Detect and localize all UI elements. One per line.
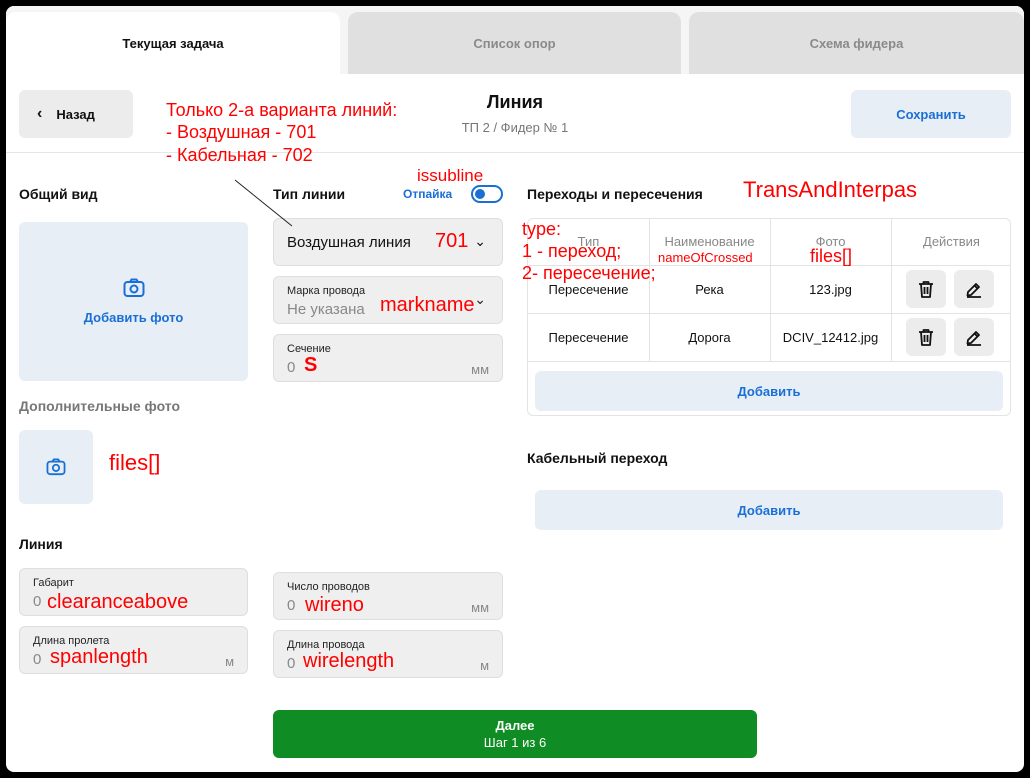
annotation-wirelength: wirelength bbox=[303, 650, 395, 672]
annotation-markname: markname bbox=[380, 294, 475, 316]
annotation-name-of-crossed: nameOfCrossed bbox=[658, 250, 753, 265]
annotation-issubline: issubline bbox=[417, 166, 484, 185]
annotation-arrow bbox=[234, 179, 293, 227]
annotation-clearanceabove: clearanceabove bbox=[47, 591, 189, 613]
annotation-code-701: 701 bbox=[435, 230, 469, 252]
annotation-line-variants: Только 2-а варианта линий: bbox=[166, 100, 398, 120]
annotation-wireno: wireno bbox=[305, 594, 364, 616]
annotation-type: 2- пересечение; bbox=[522, 263, 656, 283]
annotation-s: S bbox=[304, 354, 318, 376]
annotation-line-variants: - Воздушная - 701 bbox=[166, 122, 317, 142]
app-frame: Текущая задача Список опор Схема фидера … bbox=[6, 6, 1024, 772]
annotation-spanlength: spanlength bbox=[50, 646, 148, 668]
annotation-line-variants: - Кабельная - 702 bbox=[166, 145, 313, 165]
annotation-type: type: bbox=[522, 219, 562, 239]
annotation-type: 1 - переход; bbox=[522, 241, 622, 261]
annotation-files-table: files[] bbox=[810, 246, 853, 266]
annotation-trans: TransAndInterpas bbox=[743, 177, 918, 202]
annotation-files-left: files[] bbox=[109, 450, 161, 475]
